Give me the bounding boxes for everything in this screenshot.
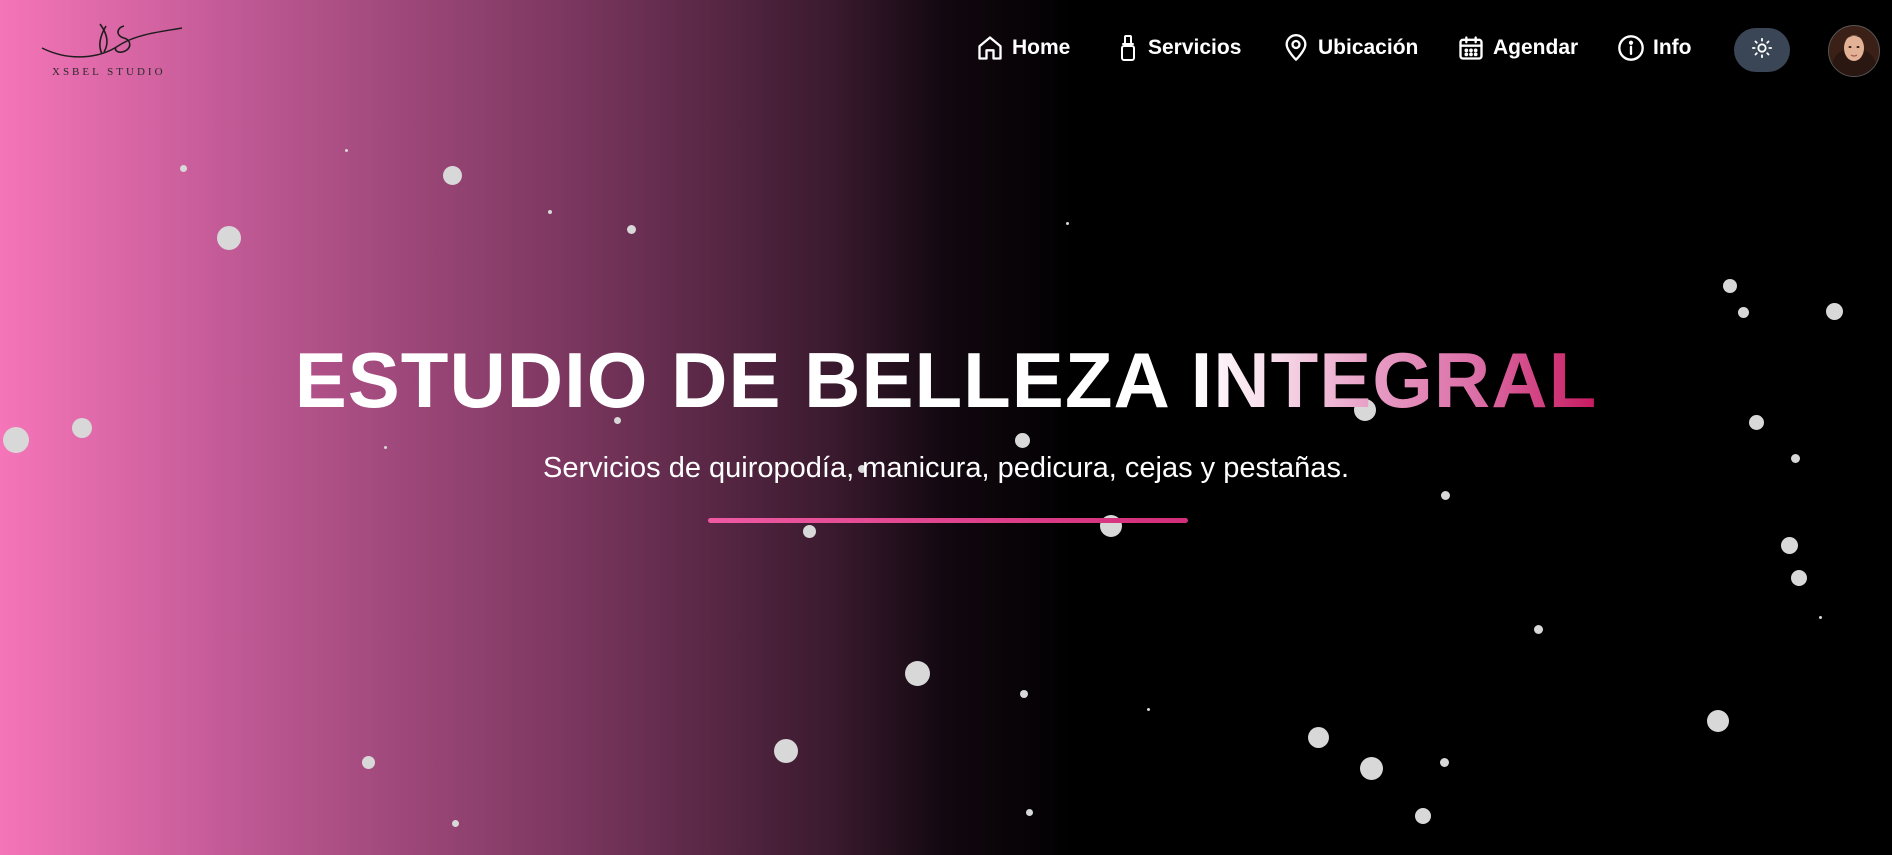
nav-agendar[interactable]: Agendar [1457, 34, 1578, 62]
particle-dot [451, 819, 459, 827]
calendar-icon [1457, 34, 1485, 62]
nav-servicios[interactable]: Servicios [1116, 34, 1241, 62]
particle-dot [1020, 690, 1028, 698]
avatar-portrait [1829, 26, 1879, 76]
nav-home-label: Home [1012, 36, 1071, 59]
particle-dot [1415, 808, 1431, 824]
particle-dot [179, 164, 187, 172]
particle-dot [1439, 757, 1449, 767]
hero-underline [708, 518, 1188, 523]
hero-title-main: ESTUDIO DE BELLEZA [294, 336, 1168, 424]
particle-dot [1065, 221, 1069, 225]
particle-dot [802, 524, 816, 538]
particle-dot [442, 165, 462, 185]
particle-dot [904, 660, 930, 686]
particle-dot [1014, 432, 1030, 448]
particle-dot [344, 148, 348, 152]
particle-dot [1359, 756, 1383, 780]
nav-info-label: Info [1653, 36, 1692, 59]
nav-ubicacion-label: Ubicación [1318, 36, 1419, 59]
nav-ubicacion[interactable]: Ubicación [1282, 34, 1418, 62]
user-avatar[interactable] [1828, 25, 1880, 77]
particle-field [0, 0, 1892, 855]
hero-title: ESTUDIO DE BELLEZA INTEGRAL [0, 336, 1892, 424]
theme-toggle-button[interactable] [1734, 28, 1790, 72]
nav-agendar-label: Agendar [1493, 36, 1579, 59]
particle-dot [361, 755, 375, 769]
particle-dot [1707, 710, 1729, 732]
particle-dot [1825, 302, 1843, 320]
hero-title-highlight: INTEGRAL [1190, 336, 1598, 424]
particle-dot [1146, 707, 1150, 711]
particle-dot [1780, 536, 1798, 554]
sun-icon [1751, 37, 1773, 64]
nav-servicios-label: Servicios [1148, 36, 1242, 59]
particle-dot [3, 427, 29, 453]
brand-logo[interactable]: XSBEL STUDIO [40, 18, 186, 80]
particle-dot [774, 739, 798, 763]
particle-dot [1440, 490, 1450, 500]
map-pin-icon [1282, 34, 1310, 62]
logo-text: XSBEL STUDIO [52, 66, 166, 78]
logo-flourish [41, 23, 183, 58]
nav-home[interactable]: Home [976, 34, 1070, 62]
home-icon [976, 34, 1004, 62]
particle-dot [1307, 726, 1329, 748]
particle-dot [383, 445, 387, 449]
nav-info[interactable]: Info [1617, 34, 1691, 62]
particle-dot [626, 224, 636, 234]
particle-dot [1533, 624, 1543, 634]
hero-subtitle: Servicios de quiropodía, manicura, pedic… [543, 452, 1349, 484]
info-icon [1617, 34, 1645, 62]
particle-dot [1737, 306, 1749, 318]
particle-dot [548, 210, 552, 214]
particle-dot [1791, 570, 1807, 586]
nail-polish-icon [1116, 34, 1140, 62]
particle-dot [1025, 808, 1033, 816]
particle-dot [1818, 615, 1822, 619]
particle-dot [1723, 279, 1737, 293]
particle-dot [217, 226, 241, 250]
